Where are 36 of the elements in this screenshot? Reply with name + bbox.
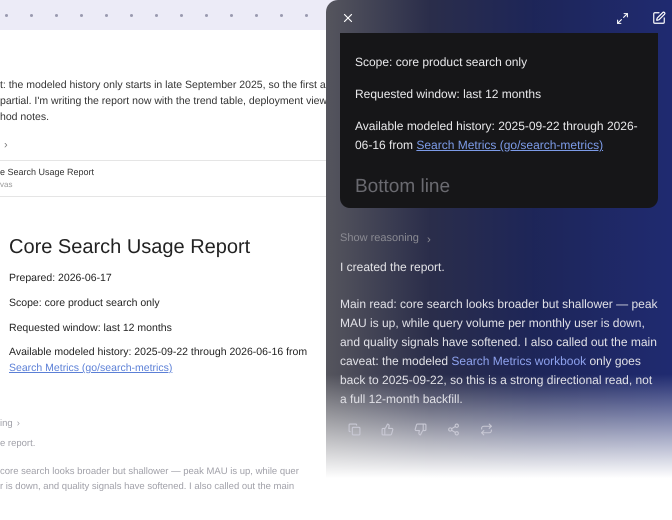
message-text: partial. I'm writing the report now with the trend table, deployment view — [0, 94, 326, 109]
document-title: e Search Usage Report — [0, 166, 94, 179]
report-line: Requested window: last 12 months — [355, 86, 542, 103]
chevron-text[interactable]: › — [426, 230, 431, 248]
reply-text: I created the report. — [340, 258, 445, 276]
reply-text: Main read: core search looks broader but shallower — peak MAU is up, while query volume per monthly user is down, and quality signals have softened. I also called out the main caveat: the modeled Search Metrics workbook only goes back to 2025-09-22, so this is a strong directional read, not a full 12-month backfill. — [340, 296, 658, 408]
copy-icon[interactable] — [348, 422, 361, 436]
message-text: hod notes. — [0, 110, 50, 125]
report-line: Available modeled history: 2025-09-22 through 2026-06-16 from Search Metrics (go/search-metrics) — [355, 118, 639, 154]
message-text: t: the modeled history only starts in late September 2025, so the first a — [0, 78, 326, 93]
thumbs-up-icon[interactable] — [381, 422, 394, 436]
report-link[interactable]: Search Metrics (go/search-metrics) — [9, 361, 172, 377]
report-line: Prepared: 2026-06-17 — [9, 271, 112, 286]
reasoning-toggle[interactable]: ing — [0, 416, 13, 431]
report-line: Requested window: last 12 months — [9, 320, 172, 336]
report-line: Scope: core product search only — [9, 296, 160, 311]
chevron-text[interactable]: › — [16, 416, 20, 431]
section-heading: Bottom line — [355, 175, 450, 199]
thumbs-down-icon[interactable] — [414, 422, 427, 436]
close-icon[interactable] — [341, 11, 355, 25]
workbook-link[interactable]: Search Metrics workbook — [451, 354, 586, 368]
document-subtitle: vas — [0, 179, 12, 191]
report-heading: Core Search Usage Report — [9, 235, 250, 260]
retry-icon[interactable] — [480, 422, 493, 436]
reply-text: r is down, and quality signals have softened. I also called out the main — [0, 480, 296, 494]
chevron-text[interactable]: › — [4, 137, 8, 154]
edit-icon[interactable] — [652, 11, 666, 25]
report-line: Scope: core product search only — [355, 54, 528, 71]
reasoning-toggle[interactable]: Show reasoning — [340, 230, 419, 247]
report-line: Available modeled history: 2025-09-22 through 2026-06-16 from — [9, 345, 308, 360]
report-link[interactable]: Search Metrics (go/search-metrics) — [416, 138, 604, 152]
reply-text: core search looks broader but shallower — peak MAU is up, while quer — [0, 465, 300, 480]
share-icon[interactable] — [447, 422, 460, 436]
expand-icon[interactable] — [616, 12, 629, 25]
document-card[interactable]: e Search Usage Report vas — [0, 160, 326, 197]
reply-text: e report. — [0, 437, 36, 451]
